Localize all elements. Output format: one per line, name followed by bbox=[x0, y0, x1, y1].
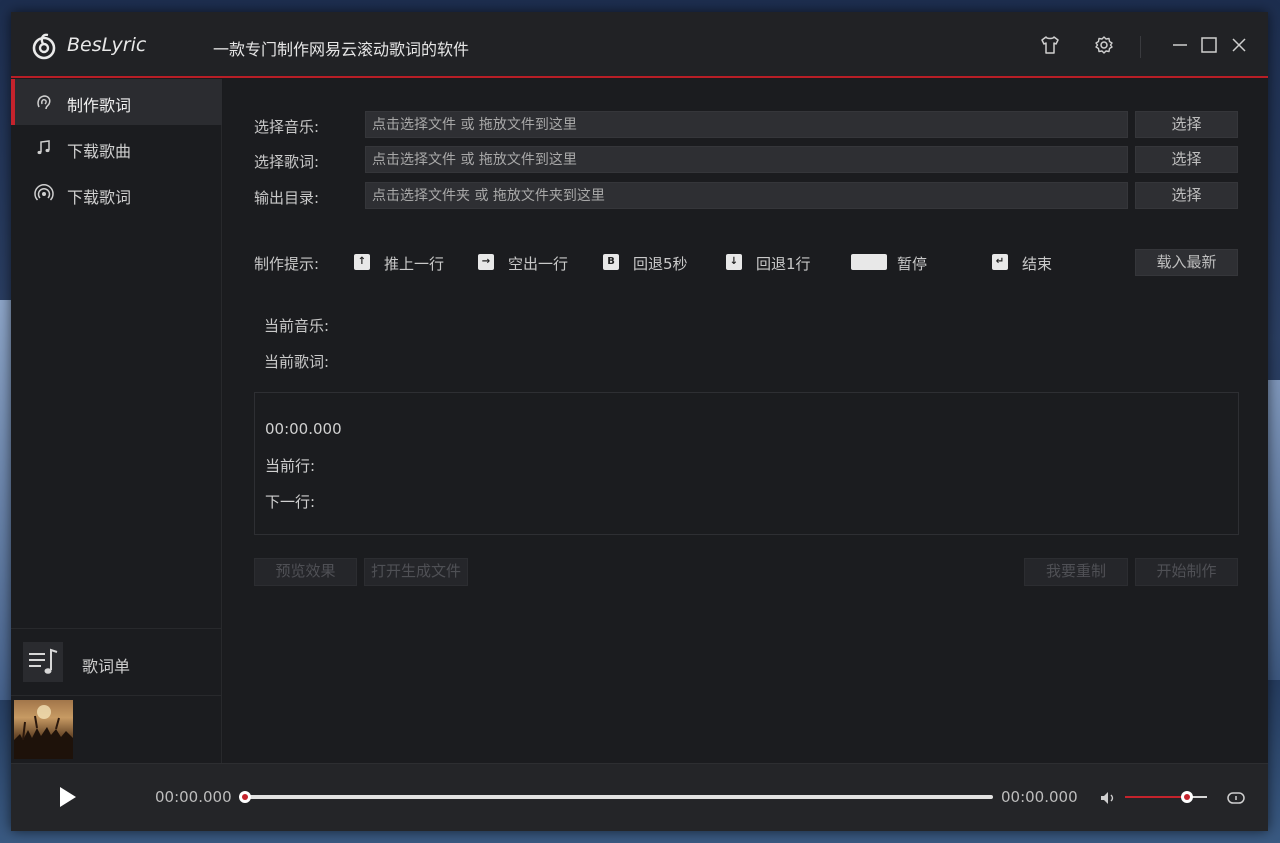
titlebar-separator bbox=[1140, 36, 1141, 58]
choose-music-button[interactable]: 选择 bbox=[1135, 111, 1238, 138]
volume-icon[interactable] bbox=[1099, 789, 1117, 807]
app-logo-icon bbox=[32, 33, 56, 60]
minimize-icon[interactable] bbox=[1169, 34, 1191, 56]
sidebar-item-label: 下载歌词 bbox=[67, 188, 132, 207]
current-time: 00:00.000 bbox=[155, 788, 232, 806]
main-panel: 选择音乐: 选择 选择歌词: 选择 输出目录: 选择 制作提示: ↑ 推上一行 … bbox=[223, 79, 1268, 763]
app-window: BesLyric 一款专门制作网易云滚动歌词的软件 制作歌词 下载歌曲 下载歌词… bbox=[11, 12, 1268, 831]
choose-lyric-button[interactable]: 选择 bbox=[1135, 146, 1238, 173]
maximize-icon[interactable] bbox=[1198, 34, 1220, 56]
app-name: BesLyric bbox=[67, 34, 147, 56]
playlist-label: 歌词单 bbox=[82, 657, 131, 676]
hint-back-1-line: 回退1行 bbox=[756, 255, 811, 273]
album-cover[interactable] bbox=[14, 700, 73, 759]
hint-blank-line: 空出一行 bbox=[508, 255, 569, 273]
close-icon[interactable] bbox=[1228, 34, 1250, 56]
player-bar: 00:00.000 00:00.000 bbox=[11, 763, 1268, 831]
broadcast-icon bbox=[34, 184, 54, 201]
lyric-time: 00:00.000 bbox=[265, 420, 342, 438]
key-right-icon: → bbox=[478, 254, 494, 270]
hints-label: 制作提示: bbox=[254, 255, 320, 273]
loop-mode-icon[interactable] bbox=[1226, 789, 1246, 807]
key-b-icon: B bbox=[603, 254, 619, 270]
current-line-label: 当前行: bbox=[265, 457, 316, 475]
sidebar-item-make-lyric[interactable]: 制作歌词 bbox=[11, 79, 222, 125]
playlist-icon bbox=[23, 642, 63, 682]
key-down-icon: ↓ bbox=[726, 254, 742, 270]
volume-knob[interactable] bbox=[1180, 791, 1193, 803]
lyric-playlist[interactable]: 歌词单 bbox=[11, 628, 222, 696]
settings-icon[interactable] bbox=[1093, 34, 1115, 56]
progress-track[interactable] bbox=[245, 795, 993, 799]
open-file-button[interactable]: 打开生成文件 bbox=[364, 558, 468, 586]
app-subtitle: 一款专门制作网易云滚动歌词的软件 bbox=[213, 40, 470, 59]
key-space-icon bbox=[851, 254, 887, 270]
sidebar-item-label: 制作歌词 bbox=[67, 96, 132, 115]
next-line-label: 下一行: bbox=[265, 493, 316, 511]
volume-fill bbox=[1125, 796, 1187, 798]
current-lyric-label: 当前歌词: bbox=[264, 353, 330, 371]
key-enter-icon: ↵ bbox=[992, 254, 1008, 270]
start-button[interactable]: 开始制作 bbox=[1135, 558, 1238, 586]
total-time: 00:00.000 bbox=[1001, 788, 1078, 806]
current-music-label: 当前音乐: bbox=[264, 317, 330, 335]
make-lyric-icon bbox=[37, 95, 51, 110]
output-dir-input[interactable] bbox=[365, 182, 1128, 209]
output-label: 输出目录: bbox=[254, 189, 320, 207]
music-note-icon bbox=[37, 140, 50, 155]
sidebar-item-download-lyric[interactable]: 下载歌词 bbox=[11, 171, 222, 217]
sidebar: 制作歌词 下载歌曲 下载歌词 歌词单 bbox=[11, 79, 222, 763]
lyric-file-input[interactable] bbox=[365, 146, 1128, 173]
key-up-icon: ↑ bbox=[354, 254, 370, 270]
lyric-label: 选择歌词: bbox=[254, 153, 320, 171]
reset-button[interactable]: 我要重制 bbox=[1024, 558, 1128, 586]
preview-button[interactable]: 预览效果 bbox=[254, 558, 357, 586]
title-bar: BesLyric 一款专门制作网易云滚动歌词的软件 bbox=[11, 12, 1268, 78]
hint-end: 结束 bbox=[1022, 255, 1053, 273]
skin-icon[interactable] bbox=[1039, 34, 1061, 56]
sidebar-item-label: 下载歌曲 bbox=[67, 142, 132, 161]
music-file-input[interactable] bbox=[365, 111, 1128, 138]
progress-knob[interactable] bbox=[239, 791, 251, 803]
volume-track[interactable] bbox=[1125, 796, 1207, 798]
hint-back-5s: 回退5秒 bbox=[633, 255, 688, 273]
sidebar-item-download-song[interactable]: 下载歌曲 bbox=[11, 125, 222, 171]
lyric-preview-box: 00:00.000 当前行: 下一行: bbox=[254, 392, 1239, 535]
hint-pause: 暂停 bbox=[897, 255, 928, 273]
music-label: 选择音乐: bbox=[254, 118, 320, 136]
play-icon[interactable] bbox=[57, 785, 79, 809]
hint-push-up: 推上一行 bbox=[384, 255, 445, 273]
choose-output-button[interactable]: 选择 bbox=[1135, 182, 1238, 209]
load-latest-button[interactable]: 载入最新 bbox=[1135, 249, 1238, 276]
album-cover-art bbox=[14, 705, 73, 759]
